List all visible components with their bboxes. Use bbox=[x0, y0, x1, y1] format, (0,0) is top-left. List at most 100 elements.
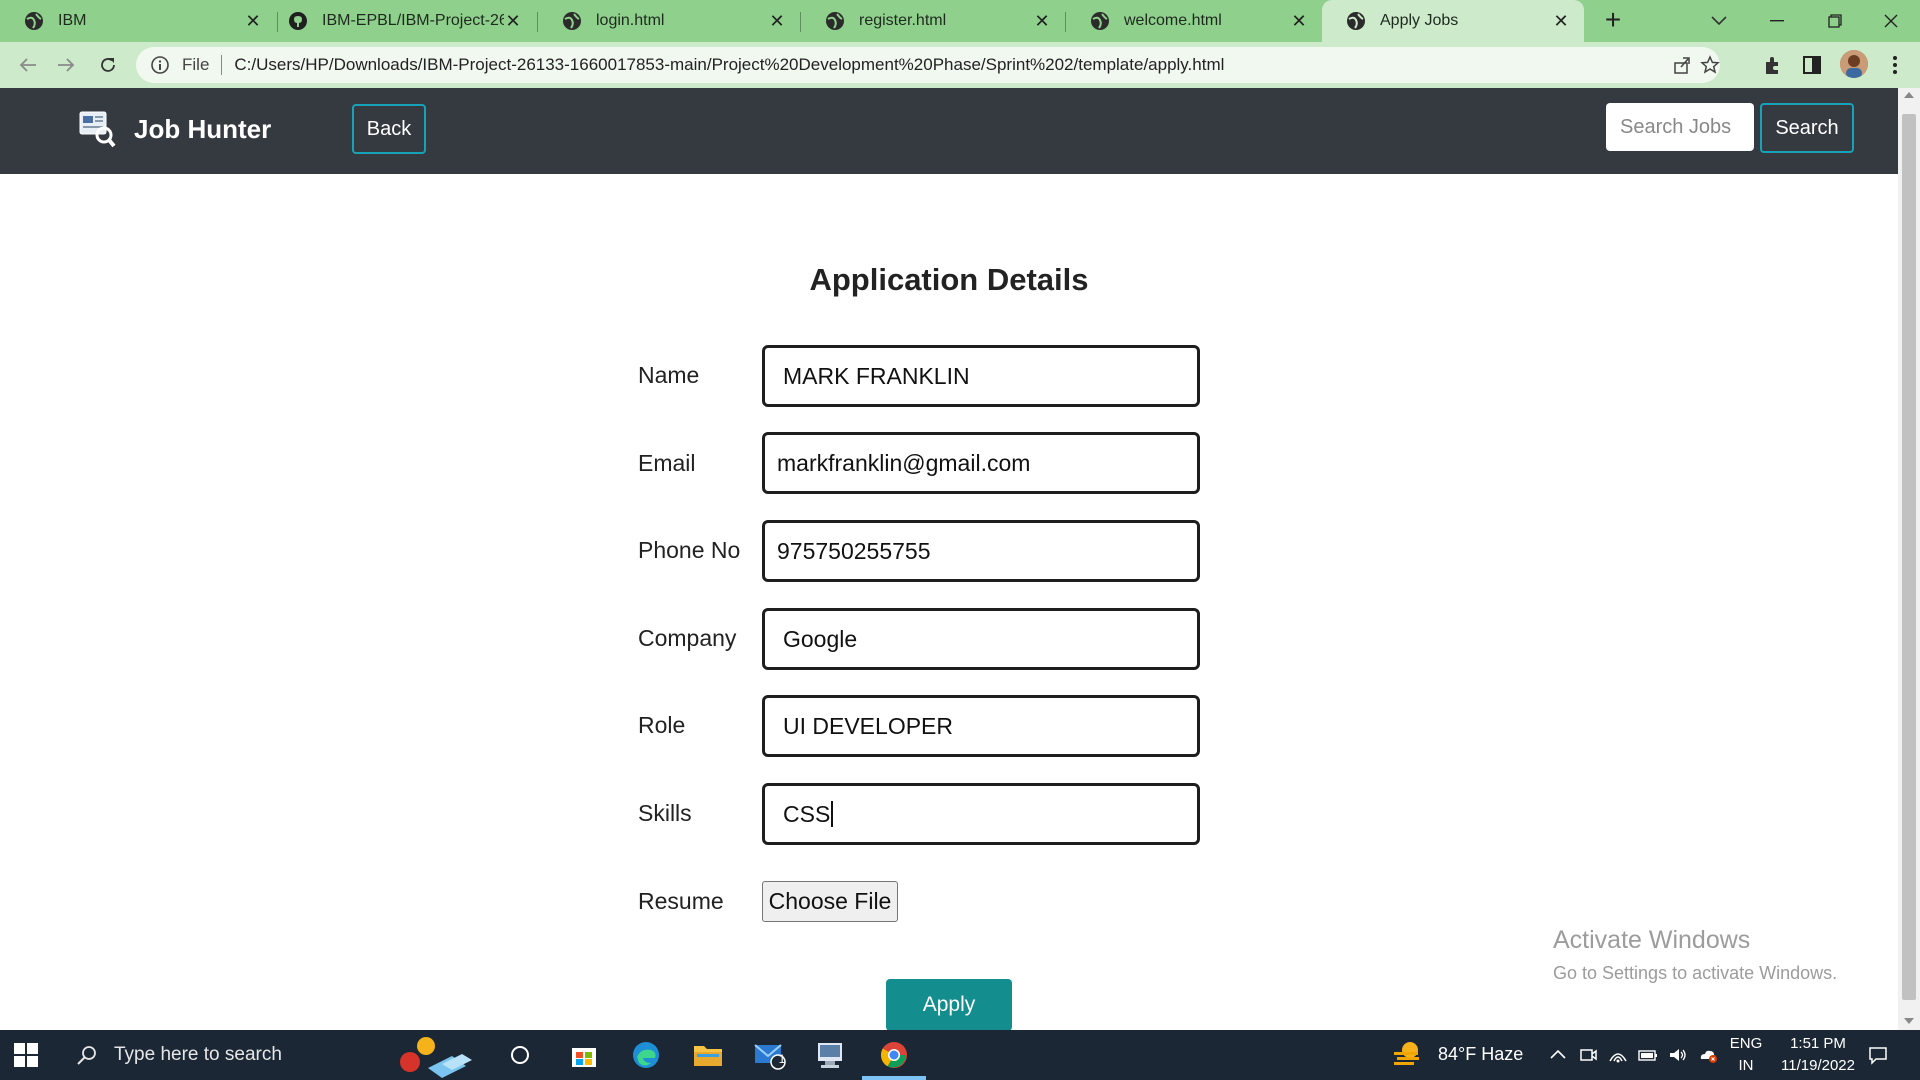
clock-date[interactable]: 11/19/2022 bbox=[1770, 1056, 1866, 1076]
file-explorer-icon[interactable] bbox=[690, 1037, 726, 1073]
meet-now-icon[interactable] bbox=[1578, 1045, 1598, 1065]
skills-label: Skills bbox=[638, 800, 692, 826]
phone-label: Phone No bbox=[638, 537, 741, 563]
site-navbar: Job Hunter Back Search bbox=[0, 88, 1898, 174]
window-close-icon[interactable] bbox=[1862, 0, 1920, 42]
phone-field[interactable]: 975750255755 bbox=[762, 520, 1200, 582]
page-title: Application Details bbox=[809, 262, 1089, 297]
activate-windows-watermark: Activate Windows Go to Settings to activ… bbox=[1553, 926, 1837, 984]
close-icon[interactable]: ✕ bbox=[504, 12, 522, 30]
name-field-value: MARK FRANKLIN bbox=[783, 362, 970, 389]
tab-apply-jobs[interactable]: Apply Jobs ✕ bbox=[1322, 0, 1584, 42]
apply-button[interactable]: Apply bbox=[886, 979, 1012, 1031]
search-icon bbox=[77, 1046, 96, 1065]
tab-ibm[interactable]: IBM ✕ bbox=[0, 0, 276, 42]
chrome-icon[interactable] bbox=[876, 1037, 912, 1073]
windows-start-icon[interactable] bbox=[14, 1043, 38, 1067]
url-text[interactable]: C:/Users/HP/Downloads/IBM-Project-26133-… bbox=[234, 55, 1224, 75]
tab-register[interactable]: register.html ✕ bbox=[801, 0, 1065, 42]
close-icon[interactable]: ✕ bbox=[1290, 12, 1308, 30]
forward-arrow-icon[interactable] bbox=[52, 51, 80, 79]
new-tab-icon[interactable]: + bbox=[1598, 6, 1628, 36]
volume-icon[interactable] bbox=[1668, 1045, 1688, 1065]
reload-icon[interactable] bbox=[94, 51, 122, 79]
choose-file-button[interactable]: Choose File bbox=[762, 881, 898, 922]
globe-icon bbox=[25, 12, 43, 30]
chevron-up-icon[interactable] bbox=[1548, 1045, 1568, 1065]
edge-browser-icon[interactable] bbox=[628, 1037, 664, 1073]
extensions-icon[interactable] bbox=[1762, 54, 1784, 76]
back-arrow-icon[interactable] bbox=[14, 51, 42, 79]
watermark-title: Activate Windows bbox=[1553, 926, 1751, 954]
tab-title: IBM-EPBL/IBM-Project-261 bbox=[322, 12, 504, 29]
onedrive-error-icon[interactable] bbox=[1698, 1045, 1718, 1065]
close-icon[interactable]: ✕ bbox=[244, 12, 262, 30]
brand-name[interactable]: Job Hunter bbox=[134, 114, 271, 145]
avatar[interactable] bbox=[1840, 50, 1868, 78]
scroll-thumb[interactable] bbox=[1902, 114, 1916, 1000]
company-label: Company bbox=[638, 625, 737, 651]
restore-icon[interactable] bbox=[1806, 0, 1864, 42]
close-icon[interactable]: ✕ bbox=[1033, 12, 1051, 30]
job-search-logo-icon[interactable] bbox=[78, 108, 116, 148]
microsoft-store-icon[interactable] bbox=[566, 1037, 602, 1073]
page-scrollbar[interactable] bbox=[1898, 88, 1920, 1030]
more-menu-icon[interactable] bbox=[1884, 54, 1906, 76]
tab-search-icon[interactable] bbox=[1690, 0, 1748, 42]
globe-icon bbox=[1091, 12, 1109, 30]
role-field-value: UI DEVELOPER bbox=[783, 712, 953, 739]
scroll-down-arrow-icon[interactable] bbox=[1904, 1018, 1914, 1024]
tab-title: register.html bbox=[859, 12, 947, 29]
tab-title: IBM bbox=[58, 12, 87, 29]
watermark-subtitle: Go to Settings to activate Windows. bbox=[1553, 963, 1838, 983]
mail-icon[interactable]: 1 bbox=[752, 1037, 788, 1073]
back-button[interactable]: Back bbox=[352, 104, 426, 154]
weather-widget[interactable]: 84°F Haze bbox=[1392, 1040, 1523, 1068]
name-label: Name bbox=[638, 362, 700, 388]
tab-github[interactable]: IBM-EPBL/IBM-Project-261 ✕ bbox=[278, 0, 536, 42]
globe-icon bbox=[826, 12, 844, 30]
share-icon[interactable] bbox=[1672, 55, 1692, 75]
notification-icon[interactable] bbox=[1868, 1045, 1888, 1065]
battery-icon[interactable] bbox=[1638, 1045, 1658, 1065]
search-highlight-icon[interactable] bbox=[392, 1034, 488, 1078]
company-field[interactable]: Google bbox=[762, 608, 1200, 670]
star-icon[interactable] bbox=[1700, 55, 1720, 75]
language-indicator[interactable]: ENG bbox=[1728, 1034, 1764, 1054]
resume-label: Resume bbox=[638, 888, 724, 914]
minimize-icon[interactable] bbox=[1748, 0, 1806, 42]
email-label: Email bbox=[638, 450, 696, 476]
search-jobs-input[interactable] bbox=[1606, 103, 1754, 151]
remote-desktop-icon[interactable] bbox=[812, 1037, 848, 1073]
tab-title: login.html bbox=[596, 12, 665, 29]
wifi-icon[interactable] bbox=[1608, 1045, 1628, 1065]
name-field[interactable]: MARK FRANKLIN bbox=[762, 345, 1200, 407]
windows-taskbar: Type here to search 1 84°F Haze ENG IN 1… bbox=[0, 1030, 1920, 1080]
info-icon[interactable] bbox=[150, 55, 170, 75]
role-field[interactable]: UI DEVELOPER bbox=[762, 695, 1200, 757]
region-indicator[interactable]: IN bbox=[1728, 1056, 1764, 1076]
browser-toolbar: File C:/Users/HP/Downloads/IBM-Project-2… bbox=[0, 42, 1920, 88]
phone-field-value: 975750255755 bbox=[777, 537, 931, 564]
address-bar[interactable]: File C:/Users/HP/Downloads/IBM-Project-2… bbox=[136, 47, 1720, 83]
tab-welcome[interactable]: welcome.html ✕ bbox=[1066, 0, 1322, 42]
github-icon bbox=[289, 12, 307, 30]
side-panel-icon[interactable] bbox=[1801, 54, 1823, 76]
email-field[interactable]: markfranklin@gmail.com bbox=[762, 432, 1200, 494]
task-view-icon[interactable] bbox=[502, 1037, 538, 1073]
search-button[interactable]: Search bbox=[1760, 103, 1854, 153]
taskbar-search-box[interactable]: Type here to search bbox=[60, 1030, 390, 1080]
globe-icon bbox=[1347, 12, 1365, 30]
clock-time[interactable]: 1:51 PM bbox=[1770, 1034, 1866, 1054]
weather-text: 84°F Haze bbox=[1438, 1043, 1524, 1064]
url-scheme-label: File bbox=[182, 55, 210, 74]
close-icon[interactable]: ✕ bbox=[768, 12, 786, 30]
skills-field[interactable]: CSS bbox=[762, 783, 1200, 845]
divider bbox=[221, 55, 223, 75]
active-app-indicator bbox=[862, 1076, 926, 1080]
close-icon[interactable]: ✕ bbox=[1552, 12, 1570, 30]
scroll-up-arrow-icon[interactable] bbox=[1904, 92, 1914, 98]
tab-login[interactable]: login.html ✕ bbox=[538, 0, 800, 42]
role-label: Role bbox=[638, 712, 686, 738]
text-caret bbox=[831, 801, 834, 827]
